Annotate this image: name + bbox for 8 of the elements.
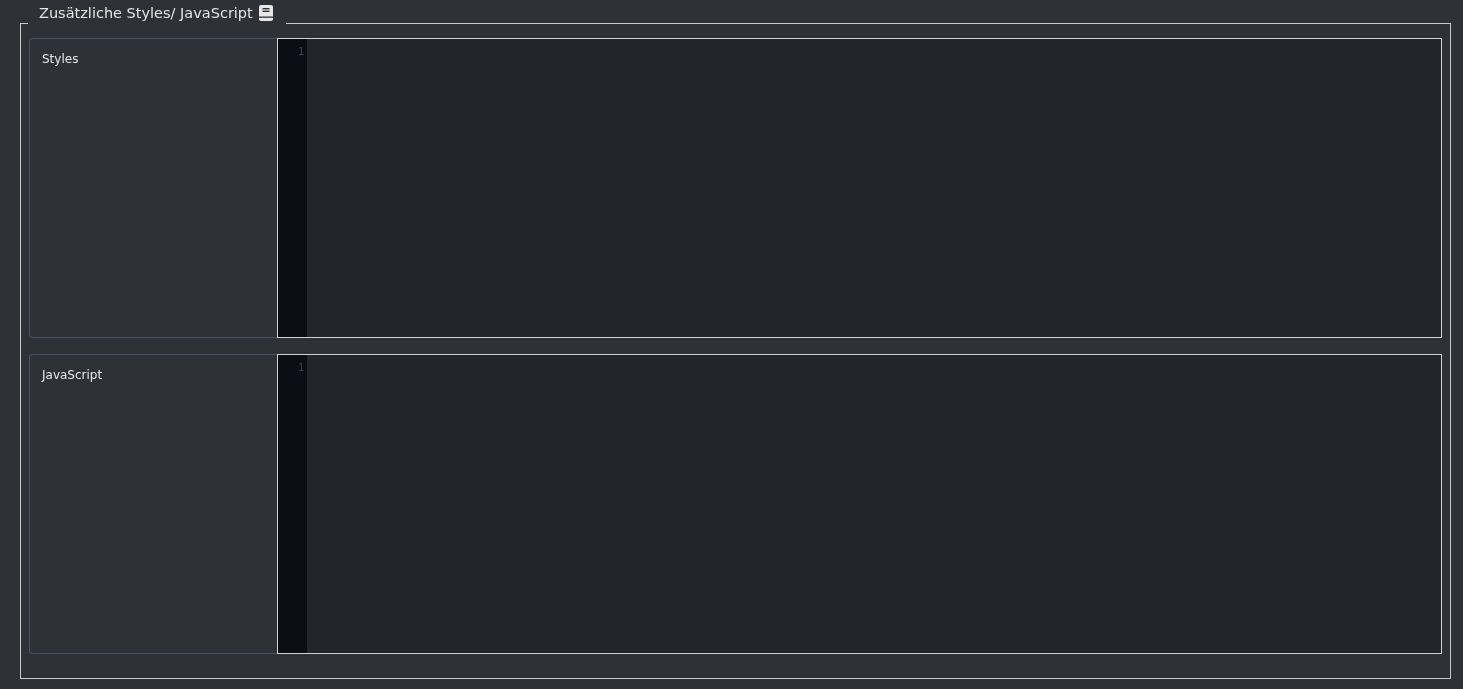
field-label: Styles bbox=[42, 51, 79, 68]
book-icon bbox=[258, 5, 273, 21]
code-editor[interactable]: 1 bbox=[277, 38, 1442, 338]
line-number: 1 bbox=[297, 45, 304, 59]
code-editor[interactable]: 1 bbox=[277, 354, 1442, 654]
section-title: Zusätzliche Styles/ JavaScript bbox=[39, 4, 253, 23]
field-label: JavaScript bbox=[42, 367, 103, 384]
line-number: 1 bbox=[297, 361, 304, 375]
